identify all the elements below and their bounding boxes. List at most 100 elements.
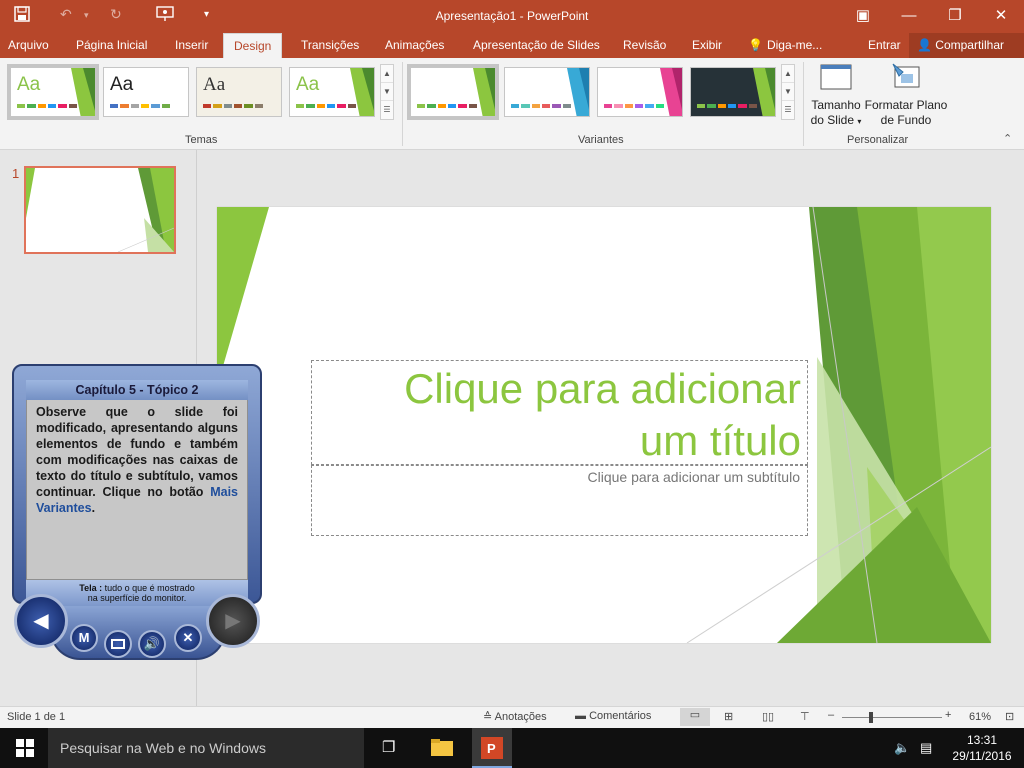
more-variants-icon[interactable]: ☰ [782, 101, 794, 119]
audio-button[interactable]: 🔊 [138, 630, 166, 658]
slide-sorter-button[interactable]: ⊞ [724, 710, 733, 723]
close-button[interactable]: ✕ [978, 0, 1024, 33]
tab-insert[interactable]: Inserir [175, 33, 208, 58]
search-input[interactable]: Pesquisar na Web e no Windows [60, 740, 266, 756]
title-placeholder-text: Clique para adicionar um título [404, 363, 801, 467]
tab-home[interactable]: Página Inicial [76, 33, 147, 58]
comment-icon: ▬ [575, 710, 586, 722]
arrow-left-icon: ◀ [33, 610, 49, 632]
variant-thumb-3[interactable] [597, 67, 683, 117]
notes-icon: ≙ [483, 711, 493, 723]
theme-thumb-4[interactable]: Aa [289, 67, 375, 117]
clock-time: 13:31 [966, 733, 998, 747]
slide-counter: Slide 1 de 1 [7, 711, 66, 723]
title-placeholder[interactable]: Clique para adicionar um título [311, 360, 808, 465]
collapse-ribbon-icon[interactable]: ⌃ [1003, 132, 1012, 145]
color-swatches [203, 104, 263, 108]
zoom-slider[interactable] [842, 717, 942, 718]
group-separator [803, 62, 804, 146]
tutorial-body-end: . [91, 501, 96, 515]
comments-label: Comentários [589, 710, 652, 722]
title-line-1: Clique para adicionar [404, 365, 801, 412]
windows-start-icon[interactable] [16, 739, 34, 760]
tab-slideshow[interactable]: Apresentação de Slides [473, 33, 600, 58]
tutorial-panel: Capítulo 5 - Tópico 2 Observe que o slid… [12, 364, 262, 664]
more-themes-icon[interactable]: ☰ [381, 101, 393, 119]
glossary-term: Tela : [79, 583, 103, 593]
task-view-icon[interactable]: ❐ [382, 738, 395, 756]
color-swatches [17, 104, 77, 108]
person-icon: 👤 [917, 38, 932, 52]
sign-in-link[interactable]: Entrar [868, 33, 901, 58]
clock[interactable]: 13:31 29/11/2016 [944, 732, 1020, 764]
variant-thumb-1[interactable] [407, 64, 499, 120]
chevron-down-icon: ▾ [857, 117, 862, 126]
zoom-level[interactable]: 61% [969, 711, 991, 723]
scroll-up-icon[interactable]: ▲ [381, 65, 393, 83]
previous-button[interactable]: ◀ [14, 594, 68, 648]
grid-icon: ⊞ [724, 711, 734, 723]
volume-icon[interactable]: 🔈 [894, 740, 910, 756]
subtitle-placeholder[interactable]: Clique para adicionar um subtítulo [311, 465, 808, 536]
variant-thumb-2[interactable] [504, 67, 590, 117]
svg-text:P: P [487, 741, 496, 756]
zoom-in-button[interactable]: + [945, 709, 951, 721]
comments-button[interactable]: ▬ Comentários [575, 710, 651, 722]
scroll-down-icon[interactable]: ▼ [381, 83, 393, 101]
fit-to-window-icon[interactable]: ⊡ [1005, 710, 1014, 723]
theme-sample-text: Aa [203, 74, 226, 95]
exit-tutorial-button[interactable]: ✕ [174, 624, 202, 652]
screen-button[interactable] [104, 630, 132, 658]
theme-thumb-2[interactable]: Aa [103, 67, 189, 117]
normal-view-button[interactable]: ▭ [680, 708, 710, 726]
slide-canvas[interactable]: Clique para adicionar um título Clique p… [217, 207, 991, 643]
reading-view-button[interactable]: ▯▯ [762, 710, 774, 723]
format-background-label-2: de Fundo [880, 113, 932, 127]
variant-thumb-4[interactable] [690, 67, 776, 117]
zoom-out-button[interactable]: – [828, 709, 834, 721]
slideshow-button[interactable]: ⊤ [800, 710, 810, 723]
tab-view[interactable]: Exibir [692, 33, 722, 58]
tab-design[interactable]: Design [223, 33, 283, 58]
tab-review[interactable]: Revisão [623, 33, 666, 58]
clock-date: 29/11/2016 [952, 749, 1012, 763]
format-background-button[interactable]: Formatar Plano de Fundo [864, 62, 948, 128]
windows-taskbar: Pesquisar na Web e no Windows ❐ P 🔈 ▤ 13… [0, 728, 1024, 768]
themes-gallery-scroll[interactable]: ▲ ▼ ☰ [380, 64, 394, 120]
next-button[interactable]: ▶ [206, 594, 260, 648]
tell-me-label: Diga-me... [766, 38, 823, 52]
tell-me-box[interactable]: 💡 Diga-me... [748, 33, 822, 58]
thumbnail-graphics [26, 168, 174, 252]
notes-button[interactable]: ≙ Anotações [483, 710, 547, 723]
lightbulb-icon: 💡 [748, 38, 763, 52]
scroll-up-icon[interactable]: ▲ [782, 65, 794, 83]
tab-animations[interactable]: Animações [385, 33, 444, 58]
slide-size-button[interactable]: Tamanho do Slide ▾ [808, 62, 864, 129]
variants-gallery-scroll[interactable]: ▲ ▼ ☰ [781, 64, 795, 120]
format-background-icon [864, 62, 948, 98]
color-swatches [697, 104, 757, 108]
group-separator [402, 62, 403, 146]
theme-thumb-3[interactable]: Aa [196, 67, 282, 117]
title-line-2: um título [639, 417, 801, 464]
theme-thumb-1[interactable]: Aa [7, 64, 99, 120]
design-ribbon: Aa Aa Aa Aa ▲ ▼ ☰ Temas ▲ ▼ ☰ Variantes … [0, 58, 1024, 150]
zoom-slider-thumb[interactable] [869, 712, 873, 723]
normal-view-icon: ▭ [689, 709, 701, 721]
slide-thumbnail-1[interactable] [24, 166, 176, 254]
tab-transitions[interactable]: Transições [301, 33, 359, 58]
menu-button[interactable]: M [70, 624, 98, 652]
tab-file[interactable]: Arquivo [8, 33, 49, 58]
scroll-down-icon[interactable]: ▼ [782, 83, 794, 101]
search-box[interactable]: Pesquisar na Web e no Windows [48, 728, 364, 768]
ribbon-display-options-icon[interactable]: ▣ [840, 0, 886, 33]
minimize-button[interactable]: — [886, 0, 932, 33]
maximize-button[interactable]: ❐ [932, 0, 978, 33]
file-explorer-icon[interactable] [430, 737, 454, 760]
notifications-icon[interactable]: ▤ [920, 740, 932, 756]
theme-sample-text: Aa [110, 74, 134, 95]
ribbon-tabs: Arquivo Página Inicial Inserir Design Tr… [0, 33, 1024, 58]
powerpoint-taskbar-icon[interactable]: P [472, 728, 512, 768]
slide-size-label-1: Tamanho [811, 98, 861, 112]
share-button[interactable]: 👤 Compartilhar [909, 33, 1024, 58]
